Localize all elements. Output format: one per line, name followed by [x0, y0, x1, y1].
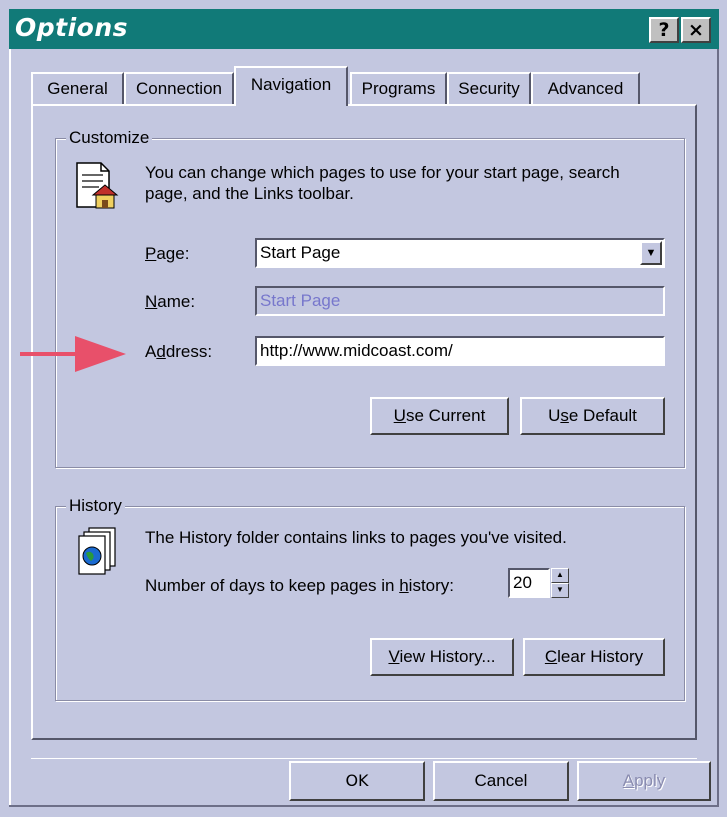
tab-label: General: [47, 79, 108, 98]
address-field-value: http://www.midcoast.com/: [260, 341, 453, 360]
history-days-label: Number of days to keep pages in history:: [145, 576, 455, 595]
clear-history-button[interactable]: Clear History: [523, 638, 665, 676]
address-label: Address:: [145, 342, 213, 361]
window-frame-right: [717, 49, 719, 807]
name-field-value: Start Page: [260, 291, 341, 310]
chevron-down-icon[interactable]: ▼: [640, 241, 662, 265]
use-default-button[interactable]: Use Default: [520, 397, 665, 435]
red-arrow-pointer: [20, 336, 126, 372]
history-days-value[interactable]: 20: [508, 568, 550, 598]
address-field[interactable]: http://www.midcoast.com/: [255, 336, 665, 366]
tab-label: Programs: [361, 79, 436, 98]
customize-legend: Customize: [66, 128, 153, 148]
history-days-stepper[interactable]: 20 ▲ ▼: [508, 568, 570, 598]
help-button[interactable]: ?: [649, 17, 679, 43]
spin-up-icon[interactable]: ▲: [551, 568, 569, 583]
page-label: Page:: [145, 244, 190, 263]
window-frame-left: [9, 49, 11, 807]
tab-programs[interactable]: Programs: [350, 72, 447, 104]
name-field: Start Page: [255, 286, 665, 316]
history-legend: History: [66, 496, 125, 516]
history-folder-globe-icon: [78, 527, 116, 575]
window-frame-bottom: [9, 805, 719, 807]
spin-down-icon[interactable]: ▼: [551, 583, 569, 598]
footer-divider: [31, 758, 697, 759]
history-description: The History folder contains links to pag…: [145, 528, 567, 547]
close-button[interactable]: ×: [681, 17, 711, 43]
page-select-value: Start Page: [260, 243, 341, 262]
tab-label: Security: [458, 79, 520, 98]
cancel-button[interactable]: Cancel: [433, 761, 569, 801]
page-select[interactable]: Start Page ▼: [255, 238, 665, 268]
ok-button[interactable]: OK: [289, 761, 425, 801]
tab-navigation[interactable]: Navigation: [234, 66, 348, 106]
window-title: Options: [15, 13, 129, 42]
customize-description: You can change which pages to use for yo…: [145, 163, 620, 203]
tab-connection[interactable]: Connection: [124, 72, 234, 104]
tab-label: Navigation: [250, 75, 332, 94]
tab-security[interactable]: Security: [447, 72, 531, 104]
use-current-button[interactable]: Use Current: [370, 397, 509, 435]
navigation-panel: Customize You can change which pages to …: [31, 104, 697, 740]
title-bar: Options ? ×: [9, 9, 719, 49]
tab-label: Advanced: [547, 79, 624, 98]
tab-label: Connection: [135, 79, 222, 98]
document-home-icon: [76, 162, 119, 209]
tab-advanced[interactable]: Advanced: [531, 72, 640, 104]
view-history-button[interactable]: View History...: [370, 638, 514, 676]
name-label: Name:: [145, 292, 196, 311]
apply-button: Apply: [577, 761, 711, 801]
tab-general[interactable]: General: [31, 72, 124, 104]
